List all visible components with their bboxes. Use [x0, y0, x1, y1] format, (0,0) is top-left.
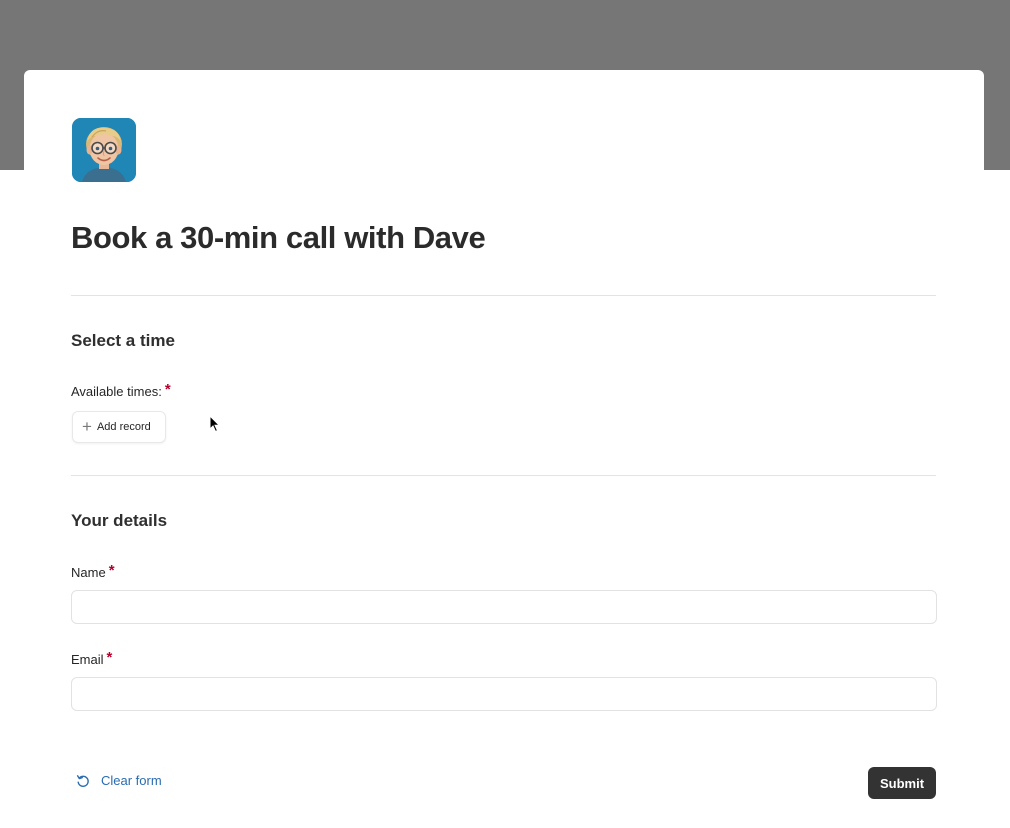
name-label-text: Name: [71, 565, 106, 580]
add-record-button[interactable]: + Add record: [72, 411, 166, 443]
clear-form-label: Clear form: [101, 773, 162, 788]
required-marker: *: [164, 381, 171, 398]
available-times-label: Available times: *: [71, 381, 171, 400]
section-divider: [71, 295, 936, 296]
email-field[interactable]: [71, 677, 937, 711]
add-record-label: Add record: [96, 421, 151, 433]
mouse-pointer-icon: [209, 414, 221, 433]
required-marker: *: [106, 649, 113, 666]
available-times-label-text: Available times:: [71, 384, 162, 399]
section-heading-select-time: Select a time: [71, 331, 175, 350]
undo-icon: [76, 774, 90, 788]
submit-button[interactable]: Submit: [868, 767, 936, 799]
name-label: Name *: [71, 562, 115, 581]
name-field[interactable]: [71, 590, 937, 624]
email-label-text: Email: [71, 652, 104, 667]
clear-form-button[interactable]: Clear form: [76, 773, 162, 788]
page-title: Book a 30-min call with Dave: [71, 220, 486, 255]
email-label: Email *: [71, 649, 113, 668]
section-divider: [71, 475, 936, 476]
section-heading-your-details: Your details: [71, 511, 168, 530]
plus-icon: +: [82, 417, 92, 436]
required-marker: *: [108, 562, 115, 579]
memoji-avatar-icon: [72, 118, 136, 182]
form-card: Book a 30-min call with Dave Select a ti…: [24, 70, 984, 828]
